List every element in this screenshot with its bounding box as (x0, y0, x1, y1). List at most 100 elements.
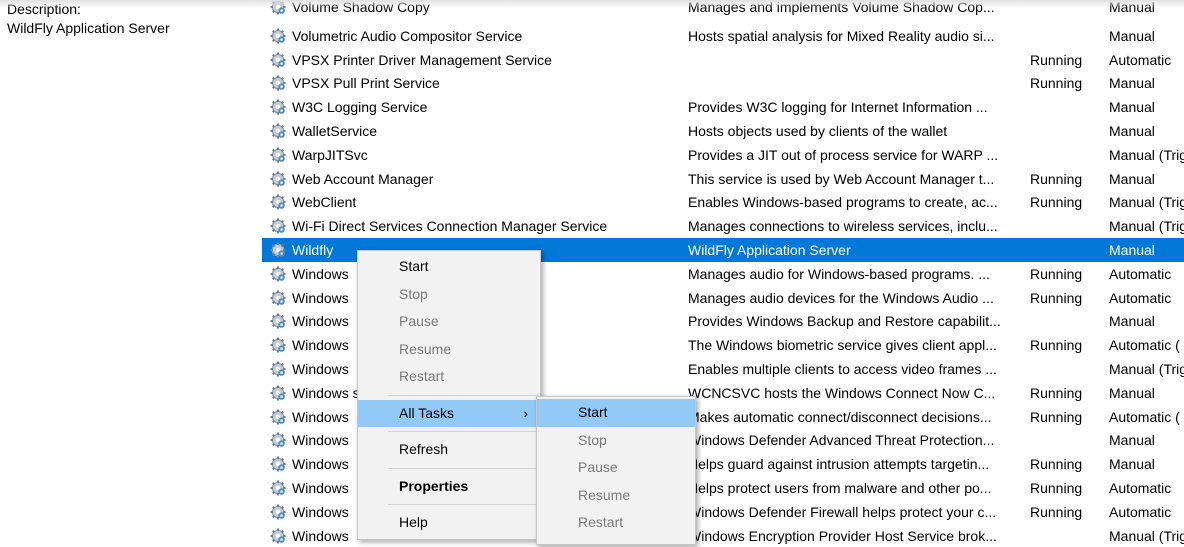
service-name: WebClient (292, 194, 357, 211)
gear-icon (270, 99, 286, 115)
menu-item-refresh[interactable]: Refresh (358, 436, 540, 464)
service-row[interactable]: Volumetric Audio Compositor Service Host… (262, 24, 1184, 48)
menu-item-all-tasks[interactable]: All Tasks › (358, 399, 540, 427)
service-description: Manages audio for Windows-based programs… (688, 265, 990, 282)
service-name: Wi-Fi Direct Services Connection Manager… (292, 218, 608, 235)
service-description: Windows Defender Advanced Threat Protect… (688, 432, 995, 449)
service-row[interactable]: Web Account Manager This service is used… (262, 167, 1184, 191)
menu-item-restart[interactable]: Restart (358, 363, 540, 391)
service-description: Provides W3C logging for Internet Inform… (688, 99, 988, 116)
gear-icon (270, 409, 286, 425)
service-description: Provides Windows Backup and Restore capa… (688, 313, 1001, 330)
service-row[interactable]: Volume Shadow Copy Manages and implement… (262, 0, 1184, 24)
service-row[interactable]: Wi-Fi Direct Services Connection Manager… (262, 214, 1184, 238)
gear-icon (270, 123, 286, 139)
gear-icon (270, 361, 286, 377)
menu-separator (388, 504, 538, 505)
gear-icon (270, 409, 286, 425)
gear-icon (270, 0, 286, 15)
service-row[interactable]: VPSX Pull Print Service Running Manual (262, 71, 1184, 95)
service-row[interactable]: W3C Logging Service Provides W3C logging… (262, 95, 1184, 119)
gear-icon (270, 242, 286, 258)
menu-item-all-tasks-label: All Tasks (399, 404, 454, 421)
service-startup-type: Manual (1109, 241, 1155, 258)
service-startup-type: Automatic (1109, 265, 1172, 282)
service-name: Volumetric Audio Compositor Service (292, 27, 523, 44)
service-description: Enables multiple clients to access video… (688, 360, 997, 377)
service-status: Running (1030, 479, 1083, 496)
service-status: Running (1030, 75, 1083, 92)
menu-item-pause[interactable]: Pause (358, 308, 540, 336)
service-description: The Windows biometric service gives clie… (688, 337, 997, 354)
service-description: Hosts objects used by clients of the wal… (688, 122, 948, 139)
service-name: W3C Logging Service (292, 99, 428, 116)
service-startup-type: Manual (Trig (1109, 527, 1184, 544)
service-startup-type: Manual (Trig (1109, 360, 1184, 377)
gear-icon (270, 0, 286, 15)
service-startup-type: Automatic (1109, 503, 1172, 520)
menu-item-properties[interactable]: Properties (358, 473, 540, 501)
service-description: Helps protect users from malware and oth… (688, 479, 992, 496)
gear-icon (270, 290, 286, 306)
submenu-item-resume[interactable]: Resume (537, 482, 695, 510)
gear-icon (270, 123, 286, 139)
gear-icon (270, 432, 286, 448)
gear-icon (270, 266, 286, 282)
submenu-item-start[interactable]: Start (537, 399, 695, 427)
gear-icon (270, 313, 286, 329)
menu-item-start[interactable]: Start (358, 253, 540, 281)
service-status: Running (1030, 170, 1083, 187)
gear-icon (270, 290, 286, 306)
service-status: Running (1030, 289, 1083, 306)
gear-icon (270, 313, 286, 329)
service-startup-type: Manual (1109, 432, 1155, 449)
menu-item-stop[interactable]: Stop (358, 281, 540, 309)
service-status: Running (1030, 384, 1083, 401)
service-row[interactable]: WebClient Enables Windows-based programs… (262, 190, 1184, 214)
service-row[interactable]: VPSX Printer Driver Management Service R… (262, 48, 1184, 72)
gear-icon (270, 456, 286, 472)
service-startup-type: Manual (1109, 27, 1155, 44)
service-name: Volume Shadow Copy (292, 0, 430, 15)
service-startup-type: Automatic ( (1109, 408, 1180, 425)
service-description: Manages connections to wireless services… (688, 218, 998, 235)
service-description: Helps guard against intrusion attempts t… (688, 456, 990, 473)
submenu-item-pause[interactable]: Pause (537, 454, 695, 482)
service-description: Windows Defender Firewall helps protect … (688, 503, 997, 520)
gear-icon (270, 75, 286, 91)
service-description: Manages and implements Volume Shadow Cop… (688, 0, 995, 15)
service-row[interactable]: WarpJITSvc Provides a JIT out of process… (262, 143, 1184, 167)
gear-icon (270, 28, 286, 44)
submenu-item-restart[interactable]: Restart (537, 509, 695, 537)
service-description: Makes automatic connect/disconnect decis… (688, 408, 992, 425)
service-description: WCNCSVC hosts the Windows Connect Now C.… (688, 384, 996, 401)
service-description: This service is used by Web Account Mana… (688, 170, 995, 187)
service-name: VPSX Pull Print Service (292, 75, 440, 92)
menu-item-resume[interactable]: Resume (358, 336, 540, 364)
gear-icon (270, 28, 286, 44)
service-row[interactable]: WalletService Hosts objects used by clie… (262, 119, 1184, 143)
gear-icon (270, 194, 286, 210)
service-description: WildFly Application Server (688, 241, 851, 258)
service-startup-type: Manual (Trig (1109, 146, 1184, 163)
menu-item-help[interactable]: Help (358, 509, 540, 537)
gear-icon (270, 480, 286, 496)
all-tasks-submenu: Start Stop Pause Resume Restart (536, 396, 696, 545)
gear-icon (270, 75, 286, 91)
gear-icon (270, 147, 286, 163)
service-startup-type: Manual (1109, 313, 1155, 330)
service-description: Provides a JIT out of process service fo… (688, 146, 999, 163)
service-status: Running (1030, 408, 1083, 425)
service-startup-type: Manual (1109, 170, 1155, 187)
gear-icon (270, 171, 286, 187)
gear-icon (270, 218, 286, 234)
service-description: Windows Encryption Provider Host Service… (688, 527, 997, 544)
service-startup-type: Automatic (1109, 51, 1172, 68)
gear-icon (270, 504, 286, 520)
service-startup-type: Manual (1109, 384, 1155, 401)
service-status: Running (1030, 337, 1083, 354)
gear-icon (270, 171, 286, 187)
gear-icon (270, 456, 286, 472)
submenu-item-stop[interactable]: Stop (537, 427, 695, 455)
description-text: WildFly Application Server (7, 20, 170, 36)
